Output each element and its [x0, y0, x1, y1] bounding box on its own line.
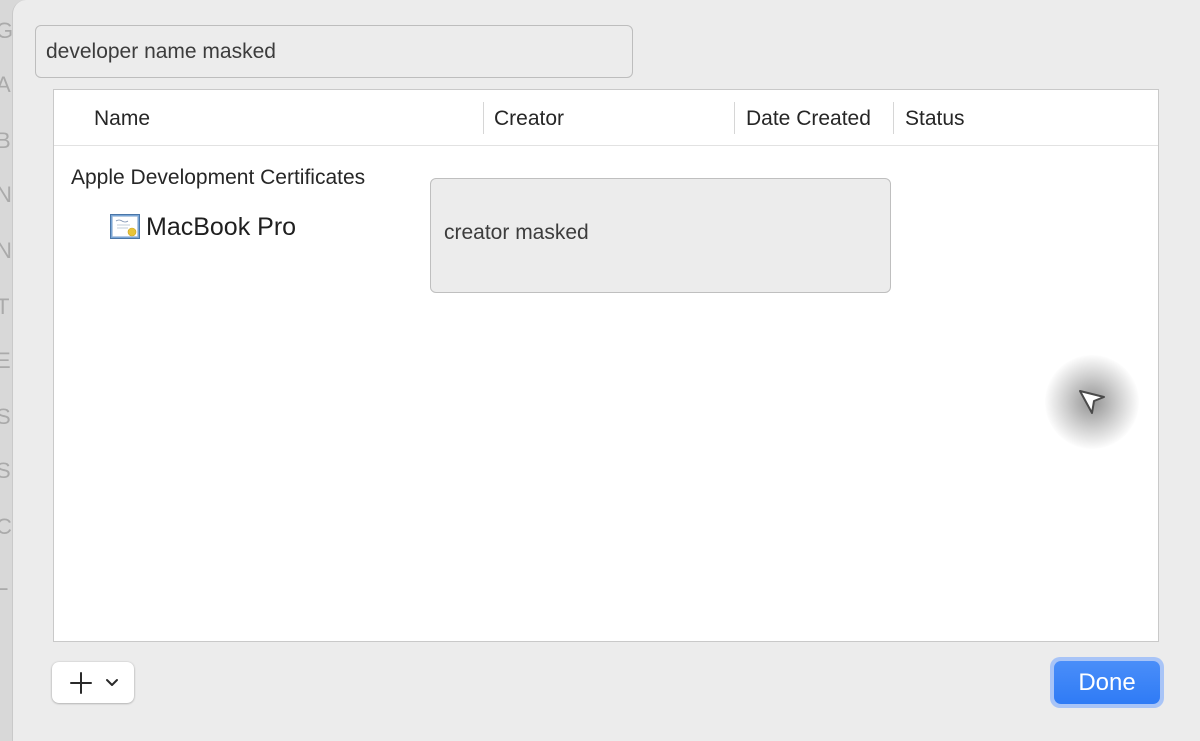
- certificates-table: Name Creator Date Created Status Apple D…: [53, 89, 1159, 642]
- background-letter: C: [0, 514, 12, 539]
- background-letter: A: [0, 72, 11, 97]
- background-letter: E: [0, 348, 11, 373]
- column-divider[interactable]: [483, 102, 484, 134]
- table-header: Name Creator Date Created Status: [54, 90, 1158, 146]
- chevron-down-icon[interactable]: [105, 677, 119, 689]
- plus-icon: [70, 672, 92, 694]
- add-certificate-button[interactable]: [52, 662, 134, 703]
- background-letter: S: [0, 458, 11, 483]
- group-label: Apple Development Certificates: [71, 166, 366, 189]
- background-letter: N: [0, 238, 12, 263]
- background-letter: G: [0, 18, 12, 43]
- background-letter: B: [0, 128, 11, 153]
- creator-field[interactable]: creator masked: [430, 178, 891, 293]
- done-button-label: Done: [1054, 661, 1160, 704]
- done-button[interactable]: Done: [1050, 657, 1164, 708]
- certificate-name: MacBook Pro: [146, 213, 297, 241]
- pointer-cursor-icon: [1079, 390, 1105, 414]
- column-header-name[interactable]: Name: [94, 90, 150, 145]
- column-header-creator[interactable]: Creator: [494, 90, 564, 145]
- developer-name-field[interactable]: developer name masked: [35, 25, 633, 78]
- certificate-icon: [110, 214, 140, 239]
- background-window-edge: G A B N N T E S S C L: [0, 0, 12, 741]
- background-letter: S: [0, 404, 11, 429]
- background-letter: N: [0, 182, 12, 207]
- background-letter: T: [0, 294, 10, 319]
- column-header-status[interactable]: Status: [905, 90, 965, 145]
- background-letter: L: [0, 570, 9, 595]
- column-divider[interactable]: [893, 102, 894, 134]
- column-divider[interactable]: [734, 102, 735, 134]
- column-header-date-created[interactable]: Date Created: [746, 90, 871, 145]
